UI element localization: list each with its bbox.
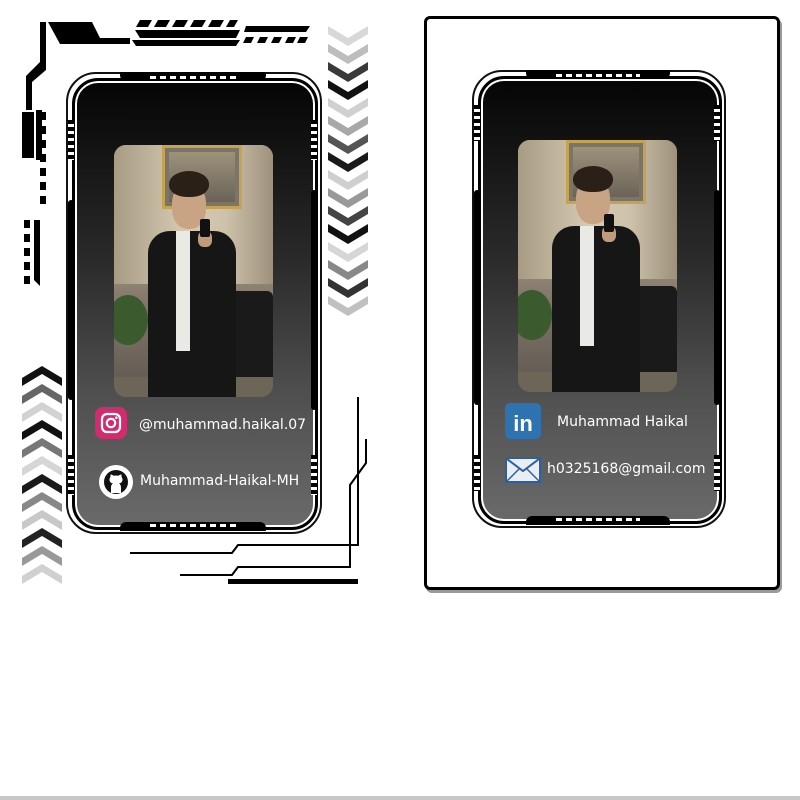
right-card-side-bar-right <box>714 190 720 405</box>
right-card-ticks-tr <box>714 105 720 141</box>
instagram-handle[interactable]: @muhammad.haikal.07 <box>139 416 306 434</box>
linkedin-icon[interactable]: in <box>505 403 541 439</box>
email-address[interactable]: h0325168@gmail.com <box>547 460 705 478</box>
left-card-ticks-tl <box>68 120 74 160</box>
horizontal-scrollbar[interactable] <box>0 796 800 800</box>
left-card-side-bar-left <box>68 200 74 400</box>
chevron-column-right <box>326 22 370 322</box>
left-card-ticks-br <box>311 455 317 495</box>
profile-photo-left <box>114 145 273 397</box>
mail-icon[interactable] <box>505 457 541 483</box>
linkedin-name[interactable]: Muhammad Haikal <box>557 413 688 431</box>
profile-photo-right <box>518 140 677 392</box>
right-card-ticks-bl <box>474 455 480 491</box>
left-card-top-stripes <box>150 76 236 79</box>
chevron-column-left <box>20 362 64 592</box>
instagram-icon[interactable] <box>95 407 127 439</box>
left-card-side-bar-right <box>311 190 317 410</box>
github-icon[interactable] <box>99 465 133 499</box>
left-card-bottom-stripes <box>150 524 236 527</box>
left-card-ticks-tr <box>311 120 317 160</box>
right-card-ticks-br <box>714 455 720 491</box>
right-card-side-bar-left <box>474 190 480 405</box>
left-card-ticks-bl <box>68 455 74 495</box>
right-card-ticks-tl <box>474 105 480 141</box>
right-card-bottom-stripes <box>556 518 640 521</box>
github-username[interactable]: Muhammad-Haikal-MH <box>140 472 299 490</box>
right-card-top-stripes <box>556 74 640 77</box>
